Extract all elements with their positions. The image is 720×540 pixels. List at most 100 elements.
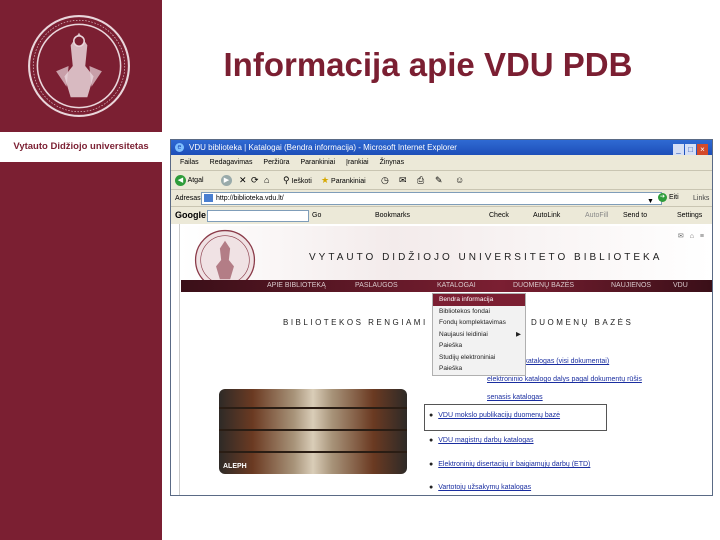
minimize-button[interactable]: _ [673,144,684,155]
item-link[interactable]: Vartotojų užsakymų katalogas [438,484,531,491]
edit-icon[interactable]: ✎ [435,171,443,190]
list-item[interactable]: elektroninio katalogo dalys pagal dokume… [487,376,642,383]
favorites-label: Parankiniai [331,178,366,185]
submenu-arrow-icon: ▶ [516,330,521,338]
address-input[interactable]: http://biblioteka.vdu.lt/ [201,192,662,205]
links-label[interactable]: Links [693,190,709,207]
page-icon [204,194,213,202]
nav-services[interactable]: PASLAUGOS [355,280,398,292]
dropdown-item[interactable]: Bibliotekos fondai [433,306,525,318]
check-button[interactable]: Check [489,207,509,224]
page-gutter [171,224,180,495]
bullet-icon: ● [429,484,434,491]
library-web-page: VYTAUTO DIDŽIOJO UNIVERSITETO BIBLIOTEKA… [171,224,712,495]
bullet-icon: ● [429,437,434,444]
settings-button[interactable]: Settings [677,207,702,224]
bullet-icon: ● [429,412,434,419]
library-banner: VYTAUTO DIDŽIOJO UNIVERSITETO BIBLIOTEKA… [181,226,712,291]
item-link[interactable]: elektroninio katalogo dalys pagal dokume… [487,376,642,383]
google-logo[interactable]: Google [175,207,206,224]
search-button[interactable]: ⚲ Ieškoti [283,171,312,191]
menu-tools[interactable]: Įrankiai [346,159,369,166]
dropdown-item[interactable]: Fondų komplektavimas [433,317,525,329]
library-title: VYTAUTO DIDŽIOJO UNIVERSITETO BIBLIOTEKA [309,252,663,263]
list-item[interactable]: senasis katalogas [487,394,543,401]
dropdown-item[interactable]: Paieška [433,340,525,352]
send-to-button[interactable]: Send to [623,207,647,224]
mail-icon[interactable]: ✉ [399,171,407,190]
refresh-icon[interactable]: ⟳ [251,171,259,190]
back-button[interactable]: ◀ Atgal [175,171,204,190]
banner-utility-icons[interactable]: ✉ ⌂ ≡ [678,232,706,240]
search-icon: ⚲ [283,175,290,185]
catalogs-dropdown-menu: Bendra informacija Bibliotekos fondai Fo… [432,293,526,376]
autofill-button[interactable]: AutoFill [585,207,608,224]
menu-favorites[interactable]: Parankiniai [300,159,335,166]
list-item[interactable]: ● Elektroninių disertacijų ir baigiamųjų … [429,461,590,468]
history-icon[interactable]: ◷ [381,171,389,190]
bullet-icon: ● [429,461,434,468]
library-shelves-photo: ALEPH [219,389,407,474]
go-label: Eiti [668,194,679,201]
address-bar: Adresas http://biblioteka.vdu.lt/ ▼ ➔ Ei… [171,189,712,207]
aleph-label: ALEPH [223,463,247,470]
nav-databases[interactable]: DUOMENŲ BAZĖS [513,280,574,292]
list-item[interactable]: ● VDU mokslo publikacijų duomenų bazė [429,412,560,419]
menu-bar: Failas Redagavimas Peržiūra Parankiniai … [171,155,712,170]
browser-title-bar: e VDU biblioteka | Katalogai (Bendra inf… [171,140,712,155]
close-button[interactable]: × [697,144,708,155]
list-item[interactable]: ● Vartotojų užsakymų katalogas [429,484,531,491]
stop-icon[interactable]: ✕ [239,171,247,190]
google-toolbar: Google Go Bookmarks Check AutoLink AutoF… [171,206,712,224]
nav-news[interactable]: NAUJIENOS [611,280,651,292]
library-nav: APIE BIBLIOTEKĄ PASLAUGOS KATALOGAI DUOM… [181,280,712,292]
back-label: Atgal [187,177,204,184]
shelf-line [219,451,407,453]
item-link[interactable]: VDU mokslo publikacijų duomenų bazė [438,412,560,419]
slide-title: Informacija apie VDU PDB [223,46,633,83]
search-label: Ieškoti [291,178,312,185]
section-heading-left: BIBLIOTEKOS RENGIAMI [283,318,428,327]
internet-explorer-icon: e [175,143,184,152]
forward-arrow-icon: ▶ [221,174,232,186]
forward-button[interactable]: ▶ [221,171,232,190]
favorites-button[interactable]: ★ Parankiniai [321,171,366,191]
dropdown-item[interactable]: Bendra informacija [433,294,525,306]
messenger-icon[interactable]: ☺ [455,171,464,190]
section-heading-right: DUOMENŲ BAZĖS [531,318,634,327]
address-label: Adresas [175,195,201,202]
menu-view[interactable]: Peržiūra [263,159,289,166]
item-link[interactable]: senasis katalogas [487,394,543,401]
menu-edit[interactable]: Redagavimas [210,159,253,166]
item-link[interactable]: Elektroninių disertacijų ir baigiamųjų d… [438,461,590,468]
university-seal-icon [28,15,130,117]
sidebar: Vytauto Didžiojo universitetas [0,0,162,540]
dropdown-item[interactable]: Paieška [433,363,525,375]
go-arrow-icon: ➔ [658,192,667,202]
university-name: Vytauto Didžiojo universitetas [0,132,162,162]
list-item[interactable]: ● VDU magistrų darbų katalogas [429,437,534,444]
menu-help[interactable]: Žinynas [380,159,405,166]
go-button[interactable]: ➔ Eiti [658,192,684,204]
dropdown-item[interactable]: Studijų elektroniniai [433,352,525,364]
print-icon[interactable]: ⎙ [417,171,424,190]
nav-about[interactable]: APIE BIBLIOTEKĄ [267,280,326,292]
nav-catalogs[interactable]: KATALOGAI [437,280,476,292]
nav-vdu[interactable]: VDU [673,280,688,292]
maximize-button[interactable]: □ [685,144,696,155]
shelf-line [219,407,407,409]
google-search-input[interactable] [207,210,309,222]
autolink-button[interactable]: AutoLink [533,207,560,224]
home-icon[interactable]: ⌂ [264,171,269,190]
google-go-button[interactable]: Go [312,207,321,224]
item-link[interactable]: VDU magistrų darbų katalogas [438,437,533,444]
shelf-line [219,429,407,431]
back-arrow-icon: ◀ [175,174,186,186]
window-title: VDU biblioteka | Katalogai (Bendra infor… [189,143,457,152]
browser-window: e VDU biblioteka | Katalogai (Bendra inf… [170,139,713,496]
browser-toolbar: ◀ Atgal ▶ ✕ ⟳ ⌂ ⚲ Ieškoti ★ Parankiniai … [171,170,712,190]
bookmarks-button[interactable]: Bookmarks [375,207,410,224]
dropdown-item-label: Naujausi leidiniai [439,330,488,338]
menu-file[interactable]: Failas [180,159,199,166]
dropdown-item-submenu[interactable]: Naujausi leidiniai ▶ [433,329,525,341]
